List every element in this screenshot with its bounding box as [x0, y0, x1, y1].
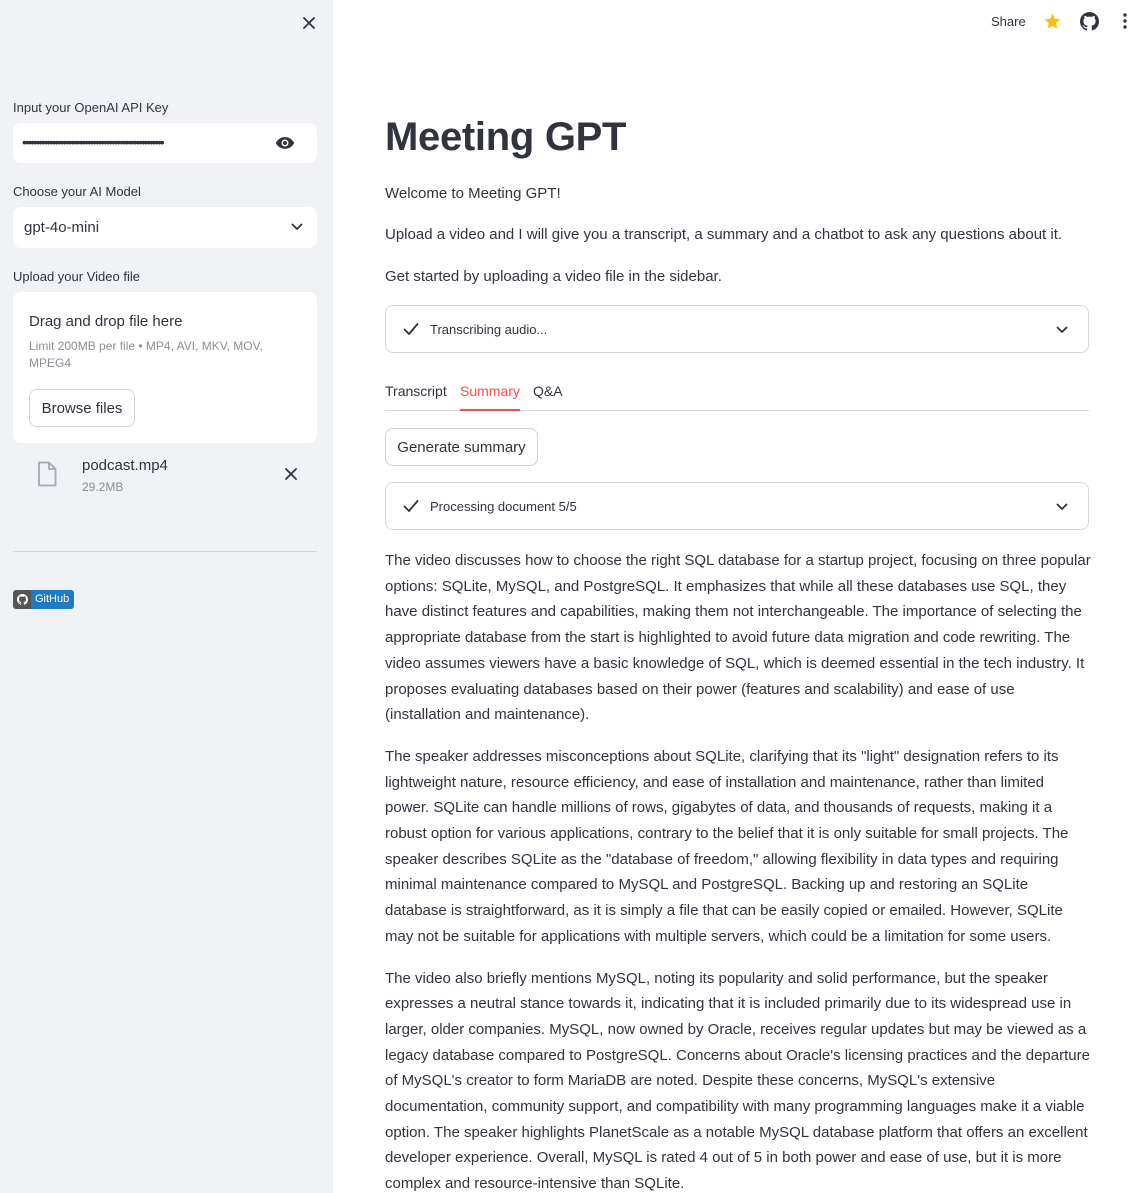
page-title: Meeting GPT: [385, 115, 627, 159]
sidebar: Input your OpenAI API Key ••••••••••••••…: [0, 0, 333, 1193]
browse-files-button[interactable]: Browse files: [29, 389, 135, 427]
github-icon: [16, 594, 28, 605]
summary-paragraph: The video discusses how to choose the ri…: [385, 552, 1091, 724]
transcribe-status-text: Transcribing audio...: [430, 322, 548, 337]
share-button[interactable]: Share: [991, 14, 1026, 29]
file-icon: [38, 461, 57, 487]
tab-summary[interactable]: Summary: [460, 383, 520, 411]
github-badge-logo: [13, 590, 31, 609]
summary-paragraph: The video also briefly mentions MySQL, n…: [385, 969, 1090, 1193]
sidebar-divider: [13, 551, 317, 552]
summary-paragraph: The speaker addresses misconceptions abo…: [385, 747, 1069, 945]
upload-label: Upload your Video file: [13, 269, 140, 284]
github-icon[interactable]: [1080, 12, 1099, 31]
api-key-input[interactable]: ••••••••••••••••••••••••••••••••••••••••…: [13, 123, 317, 163]
close-sidebar-icon[interactable]: [298, 12, 320, 34]
welcome-text: Welcome to Meeting GPT!: [385, 185, 561, 202]
intro-text: Upload a video and I will give you a tra…: [385, 226, 1063, 243]
remove-file-icon[interactable]: [282, 465, 300, 483]
dropzone-limit: Limit 200MB per file • MP4, AVI, MKV, MO…: [29, 339, 263, 370]
check-icon: [403, 500, 419, 512]
eye-icon[interactable]: [275, 134, 295, 152]
github-badge[interactable]: GitHub: [13, 590, 75, 609]
tab-transcript[interactable]: Transcript: [385, 383, 447, 411]
model-select-value: gpt-4o-mini: [24, 219, 100, 236]
chevron-down-icon: [291, 223, 303, 230]
check-icon: [403, 323, 419, 335]
generate-summary-button[interactable]: Generate summary: [385, 428, 538, 466]
star-icon[interactable]: [1043, 12, 1062, 31]
chevron-down-icon: [1056, 326, 1068, 333]
model-label: Choose your AI Model: [13, 184, 141, 199]
transcribe-status-expander[interactable]: Transcribing audio...: [385, 305, 1089, 353]
github-badge-label: GitHub: [31, 590, 75, 609]
get-started-text: Get started by uploading a video file in…: [385, 268, 722, 285]
uploaded-file-size: 29.2MB: [82, 480, 124, 494]
processing-status-expander[interactable]: Processing document 5/5: [385, 482, 1089, 530]
uploaded-file-name: podcast.mp4: [82, 457, 168, 474]
dropzone-title: Drag and drop file here: [29, 313, 183, 330]
api-key-value: ••••••••••••••••••••••••••••••••••••••••…: [22, 134, 165, 150]
summary-output: The video discusses how to choose the ri…: [385, 548, 1091, 1193]
tab-qa[interactable]: Q&A: [533, 383, 563, 411]
chevron-down-icon: [1056, 503, 1068, 510]
processing-status-text: Processing document 5/5: [430, 499, 577, 514]
file-dropzone[interactable]: Drag and drop file here Limit 200MB per …: [13, 292, 317, 443]
tab-bar: Transcript Summary Q&A: [385, 381, 1089, 411]
more-options-icon[interactable]: [1119, 11, 1131, 31]
api-key-label: Input your OpenAI API Key: [13, 100, 169, 115]
model-select[interactable]: gpt-4o-mini: [13, 207, 317, 248]
